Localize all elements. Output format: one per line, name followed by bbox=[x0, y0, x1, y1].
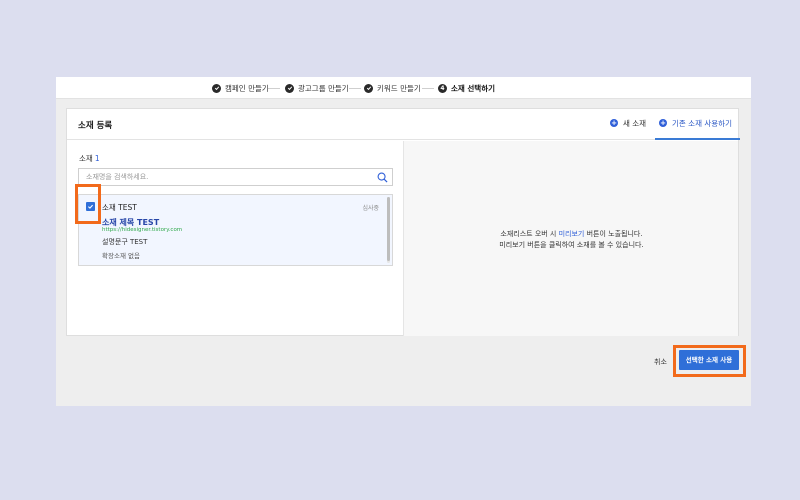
check-circle-icon bbox=[364, 83, 373, 93]
tab-existing-creative[interactable]: + 기존 소재 사용하기 bbox=[655, 118, 740, 140]
tab-new-creative[interactable]: + 새 소재 bbox=[610, 118, 646, 140]
preview-hint-line2: 미리보기 버튼을 클릭하여 소재를 볼 수 있습니다. bbox=[499, 241, 644, 249]
creative-list: 소재 TEST 심사중 소재 제목 TEST https://hidesigne… bbox=[78, 194, 393, 266]
preview-hint-line1: 소재리스트 오버 시 미리보기 버튼이 노출됩니다. bbox=[404, 229, 739, 240]
search-input[interactable]: 소재명을 검색하세요. bbox=[78, 168, 393, 186]
tab-label: 기존 소재 사용하기 bbox=[672, 119, 732, 128]
step-campaign: 캠페인 만들기 bbox=[212, 82, 269, 94]
search-placeholder: 소재명을 검색하세요. bbox=[86, 173, 149, 181]
status-badge: 심사중 bbox=[362, 205, 379, 212]
step-adgroup: 광고그룹 만들기 bbox=[285, 82, 349, 94]
count-number: 1 bbox=[94, 154, 100, 163]
creative-name: 소재 TEST bbox=[102, 203, 137, 212]
hint-text: 버튼이 노출됩니다. bbox=[584, 230, 643, 238]
step-number-badge: 4 bbox=[438, 83, 447, 93]
hint-text: 소재리스트 오버 시 bbox=[500, 230, 559, 238]
app-window: 캠페인 만들기 광고그룹 만들기 키워드 만들기 4 소재 선택하기 소재 등록… bbox=[56, 77, 751, 406]
highlight-box-checkbox bbox=[75, 184, 101, 224]
step-progress-bar: 캠페인 만들기 광고그룹 만들기 키워드 만들기 4 소재 선택하기 bbox=[56, 77, 751, 99]
check-circle-icon bbox=[212, 83, 221, 93]
step-select-creative: 4 소재 선택하기 bbox=[438, 82, 495, 94]
step-label: 캠페인 만들기 bbox=[225, 83, 269, 93]
scrollbar-thumb[interactable] bbox=[387, 197, 390, 261]
plus-circle-icon: + bbox=[659, 119, 667, 127]
plus-circle-icon: + bbox=[610, 119, 618, 127]
search-icon[interactable] bbox=[377, 172, 388, 183]
step-label: 소재 선택하기 bbox=[451, 83, 496, 93]
creative-count-label: 소재 1 bbox=[79, 153, 100, 164]
step-separator bbox=[349, 88, 361, 89]
creative-url: https://hidesigner.tistory.com bbox=[102, 227, 183, 233]
cancel-button[interactable]: 취소 bbox=[654, 357, 667, 367]
preview-keyword: 미리보기 bbox=[558, 230, 585, 238]
step-keyword: 키워드 만들기 bbox=[364, 82, 421, 94]
tab-label: 새 소재 bbox=[623, 119, 647, 128]
creative-description: 설명문구 TEST bbox=[102, 238, 148, 246]
creative-list-column: 소재 1 소재명을 검색하세요. 소재 TEST 심사중 소재 제목 TEST h… bbox=[67, 141, 403, 336]
creative-extension: 확장소재 없음 bbox=[102, 252, 140, 260]
preview-area: 소재리스트 오버 시 미리보기 버튼이 노출됩니다. 미리보기 버튼을 클릭하여… bbox=[403, 141, 738, 336]
step-label: 광고그룹 만들기 bbox=[298, 83, 349, 93]
creative-register-panel: 소재 등록 + 새 소재 + 기존 소재 사용하기 소재 1 소재명을 검색하세요… bbox=[66, 108, 740, 336]
panel-title: 소재 등록 bbox=[78, 121, 113, 131]
step-separator bbox=[268, 88, 280, 89]
step-separator bbox=[422, 88, 434, 89]
check-circle-icon bbox=[285, 83, 294, 93]
highlight-box-submit bbox=[673, 345, 746, 377]
count-text: 소재 bbox=[79, 154, 93, 163]
panel-header: 소재 등록 + 새 소재 + 기존 소재 사용하기 bbox=[67, 109, 740, 140]
preview-hint: 소재리스트 오버 시 미리보기 버튼이 노출됩니다. 미리보기 버튼을 클릭하여… bbox=[404, 229, 739, 251]
step-label: 키워드 만들기 bbox=[377, 83, 421, 93]
